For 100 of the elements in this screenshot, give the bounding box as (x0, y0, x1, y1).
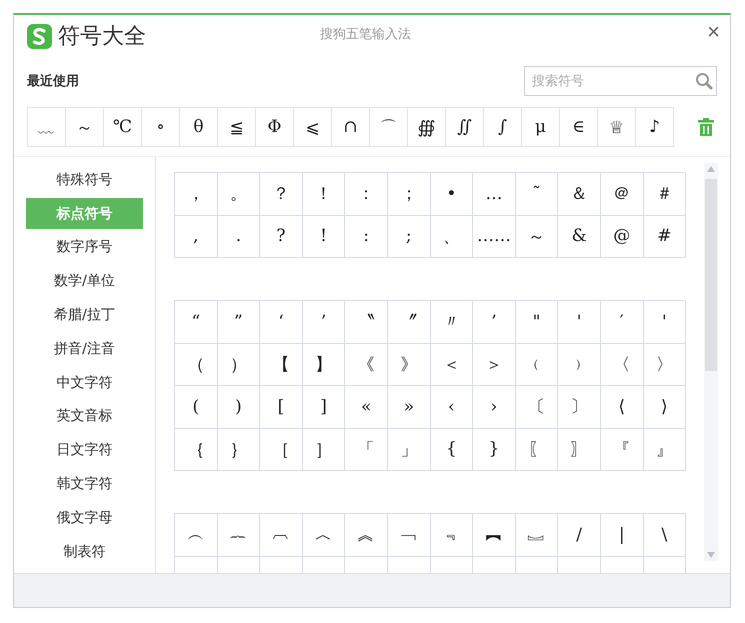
symbol-cell[interactable]: 《 (345, 344, 387, 385)
symbol-cell[interactable]: “ (175, 301, 217, 342)
symbol-cell[interactable]: ～ (66, 108, 104, 146)
symbol-cell[interactable]: ∰ (408, 108, 446, 146)
symbol-cell[interactable]: 〉 (644, 344, 686, 385)
symbol-cell[interactable]: ℃ (104, 108, 142, 146)
symbol-cell[interactable]: ～ (516, 216, 558, 257)
scrollbar[interactable] (704, 163, 718, 561)
symbol-cell[interactable]: | (600, 514, 643, 556)
symbol-cell[interactable]: ⟩ (644, 386, 686, 428)
symbol-cell[interactable]: ∘ (142, 108, 180, 146)
symbol-cell[interactable]: 〞 (388, 301, 430, 342)
symbol-cell[interactable]: ︿ (302, 514, 344, 556)
symbol-cell[interactable]: " (516, 301, 558, 342)
symbol-cell[interactable]: ' (644, 301, 686, 342)
symbol-cell[interactable]: 、 (430, 216, 472, 257)
symbol-cell[interactable]: ‹ (430, 386, 472, 428)
symbol-cell[interactable]: ］ (302, 428, 344, 470)
symbol-cell[interactable]: • (430, 173, 472, 214)
symbol-cell[interactable]: ' (558, 301, 600, 342)
symbol-cell[interactable]: ﹁ (388, 514, 430, 556)
symbol-cell[interactable]: : (345, 216, 387, 257)
symbol-cell[interactable]: ; (388, 216, 430, 257)
symbol-cell[interactable]: 【 (260, 344, 302, 385)
symbol-cell[interactable]: …… (473, 216, 515, 257)
symbol-cell[interactable]: [ (260, 386, 302, 428)
symbol-cell[interactable]: ， (175, 173, 217, 214)
symbol-cell[interactable]: « (345, 386, 387, 428)
category-item[interactable]: 制表符 (26, 534, 143, 569)
category-item[interactable]: 希腊/拉丁 (26, 298, 143, 332)
symbol-cell[interactable]: ] (302, 386, 344, 428)
symbol-cell[interactable]: 」 (388, 428, 430, 470)
category-item[interactable]: 数字序号 (26, 230, 143, 264)
symbol-cell[interactable]: , (175, 216, 217, 257)
symbol-cell[interactable]: ［ (260, 428, 302, 470)
symbol-cell[interactable]: ！ (302, 173, 344, 214)
symbol-cell[interactable]: ︗ (516, 514, 558, 556)
symbol-cell[interactable]: ∈ (560, 108, 598, 146)
symbol-cell[interactable]: ⟨ (600, 386, 643, 428)
symbol-cell[interactable]: 〝 (345, 301, 387, 342)
symbol-cell[interactable]: ( (175, 386, 217, 428)
symbol-cell[interactable]: { (430, 428, 472, 470)
symbol-cell[interactable]: ⌒ (370, 108, 408, 146)
symbol-cell[interactable]: ’ (302, 301, 344, 342)
search-field[interactable]: 搜索符号 (524, 66, 717, 96)
symbol-cell[interactable]: 。 (218, 173, 260, 214)
symbol-cell[interactable]: ∬ (446, 108, 484, 146)
symbol-cell[interactable]: ： (345, 173, 387, 214)
symbol-cell[interactable]: ｝ (218, 428, 260, 470)
symbol-cell[interactable]: ‘ (260, 301, 302, 342)
symbol-cell[interactable]: ˜ (516, 173, 558, 214)
symbol-cell[interactable]: Φ (256, 108, 294, 146)
category-item[interactable]: 日文字符 (26, 433, 143, 468)
close-button[interactable]: × (707, 19, 720, 45)
symbol-cell[interactable]: ＞ (473, 344, 515, 385)
symbol-cell[interactable]: ′ (600, 301, 643, 342)
trash-icon[interactable] (698, 118, 714, 136)
symbol-cell[interactable]: ＜ (430, 344, 472, 385)
symbol-cell[interactable]: ＆ (558, 173, 600, 214)
symbol-cell[interactable]: 〈 (600, 344, 643, 385)
symbol-cell[interactable]: ! (302, 216, 344, 257)
symbol-cell[interactable]: @ (600, 216, 643, 257)
symbol-cell[interactable]: ＠ (600, 173, 643, 214)
scroll-up-icon[interactable] (707, 166, 715, 172)
symbol-cell[interactable]: （ (175, 344, 217, 385)
category-item[interactable]: 韩文字符 (26, 467, 143, 501)
category-item[interactable]: 中文字符 (26, 366, 143, 400)
symbol-cell[interactable]: ≦ (218, 108, 256, 146)
symbol-cell[interactable]: ) (218, 386, 260, 428)
symbol-cell[interactable]: 』 (644, 428, 686, 470)
symbol-cell[interactable]: μ (522, 108, 560, 146)
symbol-cell[interactable]: ♪ (636, 108, 673, 146)
symbol-cell[interactable]: . (218, 216, 260, 257)
symbol-cell[interactable]: ？ (260, 173, 302, 214)
symbol-cell[interactable]: ︻ (473, 514, 515, 556)
symbol-cell[interactable]: ? (260, 216, 302, 257)
symbol-cell[interactable]: 『 (600, 428, 643, 470)
symbol-cell[interactable]: ︽ (345, 514, 387, 556)
symbol-cell[interactable]: ﹏ (28, 108, 66, 146)
symbol-cell[interactable]: ｛ (175, 428, 217, 470)
symbol-cell[interactable]: # (644, 216, 686, 257)
symbol-cell[interactable]: ⩽ (294, 108, 332, 146)
symbol-cell[interactable]: \ (644, 514, 686, 556)
symbol-cell[interactable]: ” (218, 301, 260, 342)
symbol-cell[interactable]: ﹃ (430, 514, 472, 556)
symbol-cell[interactable]: θ (180, 108, 218, 146)
symbol-cell[interactable]: ︵ (175, 514, 217, 556)
symbol-cell[interactable]: 】 (302, 344, 344, 385)
category-item[interactable]: 数学/单位 (26, 264, 143, 298)
symbol-cell[interactable]: … (473, 173, 515, 214)
symbol-cell[interactable]: ∩ (332, 108, 370, 146)
category-item[interactable]: 拼音/注音 (26, 332, 143, 366)
symbol-cell[interactable]: ； (388, 173, 430, 214)
symbol-cell[interactable]: ） (218, 344, 260, 385)
symbol-cell[interactable]: ︹ (260, 514, 302, 556)
scroll-down-icon[interactable] (707, 552, 715, 558)
symbol-cell[interactable]: 〃 (430, 301, 472, 342)
symbol-cell[interactable]: 〖 (516, 428, 558, 470)
symbol-cell[interactable]: ﹚ (558, 344, 600, 385)
symbol-cell[interactable]: 〕 (558, 386, 600, 428)
